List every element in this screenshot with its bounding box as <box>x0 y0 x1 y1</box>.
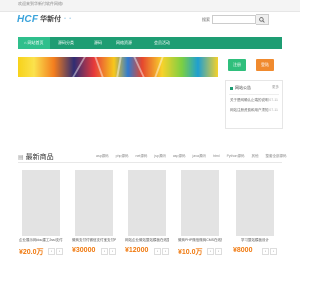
tag-link[interactable]: asp源码 <box>96 154 109 159</box>
product-badges: ▪ ▪ <box>206 248 222 255</box>
star-icon[interactable]: ▪ <box>162 248 169 255</box>
product-image[interactable] <box>128 170 166 236</box>
category-tags: asp源码 php源码 net源码 jsp源码 asp源码 java源码 htm… <box>96 154 293 159</box>
search-icon <box>259 16 265 23</box>
star-icon[interactable]: ▪ <box>270 248 277 255</box>
notice-icon <box>230 86 233 90</box>
product-badges: ▪ ▪ <box>47 248 63 255</box>
product-title[interactable]: 企业展示网dou建工2ssl支付平台 <box>19 238 63 243</box>
cart-icon[interactable]: ▪ <box>207 248 214 255</box>
product-image[interactable] <box>181 170 219 236</box>
tag-link[interactable]: net源码 <box>136 154 148 159</box>
tag-link[interactable]: jsp源码 <box>154 154 165 159</box>
cart-icon[interactable]: ▪ <box>154 248 161 255</box>
cart-icon[interactable]: ▪ <box>101 248 108 255</box>
product-card[interactable]: 微商支付付微信支付宝支付PHP源码 ¥30000 ▪▪ <box>71 170 117 266</box>
nav-item-resources[interactable]: 网络资源 <box>116 37 132 49</box>
product-badges: ▪ ▪ <box>100 248 116 255</box>
notice-panel: 网站公告 更多 关于是网确认止端的说明 07-11 网站注册资费和用户须知 07… <box>225 80 283 129</box>
nav-item-home[interactable]: ⌂ 网站首页 <box>18 37 50 49</box>
tag-link[interactable]: html <box>213 154 220 159</box>
product-price: ¥8000 <box>233 247 253 254</box>
section-header: ▤ 最新商品 <box>18 152 54 162</box>
cart-icon[interactable]: ▪ <box>262 248 269 255</box>
product-title[interactable]: 网站企业微站整站模板在线整站模板 <box>125 238 169 243</box>
notice-title: 网站公告 <box>235 85 251 90</box>
tag-link[interactable]: 整套全部源码 <box>265 154 286 159</box>
search-box: 搜索 <box>202 14 269 25</box>
star-icon[interactable]: ▪ <box>215 248 222 255</box>
logo-name: 华新付 <box>40 16 62 23</box>
cart-icon[interactable]: ▪ <box>48 248 55 255</box>
product-title[interactable]: 微商PHP微信微商CMS在线管理系统 <box>178 238 222 243</box>
nav-item-events[interactable]: 会员活动 <box>154 37 170 49</box>
search-input[interactable] <box>212 15 256 24</box>
notice-item[interactable]: 关于是网确认止端的说明 07-11 <box>230 98 278 103</box>
promo-banner[interactable] <box>18 57 218 77</box>
search-label: 搜索 <box>202 16 210 22</box>
logo-dots: • • <box>64 16 73 22</box>
product-price: ¥20.0万 <box>19 249 44 256</box>
product-price: ¥30000 <box>72 247 96 254</box>
product-card[interactable]: 网站企业微站整站模板在线整站模板 ¥12000 ▪▪ <box>124 170 170 266</box>
section-divider <box>18 162 282 163</box>
site-logo[interactable]: HCF 华新付 • • <box>17 13 72 25</box>
product-image[interactable] <box>75 170 113 236</box>
product-badges: ▪ ▪ <box>153 248 169 255</box>
nav-item-source[interactable]: 源码 <box>94 37 102 49</box>
product-price: ¥10.0万 <box>178 249 203 256</box>
section-title: 最新商品 <box>25 154 54 161</box>
product-card[interactable]: 学习整站模板设计 ¥8000 ▪ ▪ <box>232 170 278 266</box>
top-bar: 欢迎来到华新付软件网络! <box>0 0 300 12</box>
notice-header: 网站公告 <box>230 85 251 91</box>
logo-mark: HCF <box>17 13 39 25</box>
product-title[interactable]: 学习整站模板设计 <box>233 238 277 243</box>
tag-link[interactable]: 其他 <box>251 154 258 159</box>
search-button[interactable] <box>256 14 269 25</box>
product-card[interactable]: 企业展示网dou建工2ssl支付平台 ¥20.0万 ▪▪ <box>18 170 64 266</box>
welcome-text: 欢迎来到华新付软件网络! <box>18 1 64 6</box>
product-badges: ▪ ▪ <box>261 248 277 255</box>
product-price: ¥12000 <box>125 247 149 254</box>
star-icon[interactable]: ▪ <box>56 248 63 255</box>
tag-link[interactable]: java源码 <box>193 154 206 159</box>
signup-button[interactable]: 注册 <box>228 59 246 71</box>
tag-link[interactable]: Python源码 <box>227 154 245 159</box>
nav-item-categories[interactable]: 源码分类 <box>58 37 74 49</box>
notice-item[interactable]: 网站注册资费和用户须知 07-11 <box>230 108 278 113</box>
login-button[interactable]: 登陆 <box>256 59 274 71</box>
tag-link[interactable]: php源码 <box>116 154 129 159</box>
product-card[interactable]: 微商PHP微信微商CMS在线管理系统 ¥10.0万 ▪▪ <box>177 170 223 266</box>
product-image[interactable] <box>22 170 60 236</box>
tag-link[interactable]: asp源码 <box>173 154 186 159</box>
product-title[interactable]: 微商支付付微信支付宝支付PHP源码 <box>72 238 116 243</box>
product-image[interactable] <box>236 170 274 236</box>
main-nav: ⌂ 网站首页 源码分类 源码 网络资源 会员活动 <box>18 37 282 49</box>
star-icon[interactable]: ▪ <box>109 248 116 255</box>
notice-divider <box>229 94 279 95</box>
grid-icon: ▤ <box>18 154 24 161</box>
notice-more-link[interactable]: 更多 <box>272 85 279 90</box>
